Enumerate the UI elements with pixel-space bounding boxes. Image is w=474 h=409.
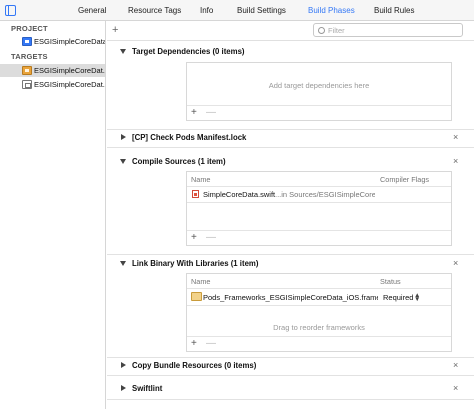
divider [187,186,451,187]
phase-copy-bundle-resources[interactable]: Copy Bundle Resources (0 items) × [107,358,474,372]
tab-build-phases[interactable]: Build Phases [308,6,355,15]
filter-icon [318,27,325,34]
disclosure-open-icon[interactable] [120,159,126,164]
divider [187,230,451,231]
delete-phase-button[interactable]: × [453,360,458,370]
phase-title: Link Binary With Libraries (1 item) [132,259,259,268]
xcode-project-icon [22,37,32,46]
divider [187,202,451,203]
column-header-status[interactable]: Status [380,277,401,286]
delete-phase-button[interactable]: × [453,383,458,393]
sidebar: PROJECT ESGISimpleCoreData TARGETS ESGIS… [0,21,106,409]
divider [107,254,474,255]
delete-phase-button[interactable]: × [453,156,458,166]
test-target-icon [22,80,32,89]
source-file-name: SimpleCoreData.swift [203,190,276,199]
sidebar-item-project[interactable]: ESGISimpleCoreData [0,35,105,48]
column-header-name[interactable]: Name [191,277,210,286]
sidebar-item-label: ESGISimpleCoreDat... [34,80,105,89]
column-header-compiler-flags[interactable]: Compiler Flags [380,175,429,184]
phase-title: Compile Sources (1 item) [132,157,226,166]
build-phases-editor: + Target Dependencies (0 items) Add targ… [107,21,474,409]
table-row[interactable]: Pods_Frameworks_ESGISimpleCoreData_iOS.f… [187,291,451,303]
disclosure-open-icon[interactable] [120,49,126,54]
column-header-name[interactable]: Name [191,175,210,184]
disclosure-closed-icon[interactable] [121,362,126,368]
framework-icon [191,292,202,301]
swift-file-icon [192,190,199,198]
tab-bar: General Resource Tags Info Build Setting… [0,0,474,21]
phase-compile-sources[interactable]: Compile Sources (1 item) × [107,154,474,168]
tab-resource-tags[interactable]: Resource Tags [128,6,181,15]
disclosure-closed-icon[interactable] [121,134,126,140]
phase-title: Swiftlint [132,384,163,393]
divider [187,305,451,306]
phase-target-dependencies[interactable]: Target Dependencies (0 items) [107,44,474,58]
sidebar-item-label: ESGISimpleCoreDat... [34,66,105,75]
divider [107,375,474,376]
add-dependency-button[interactable]: + [191,107,197,118]
phase-title: Target Dependencies (0 items) [132,47,245,56]
phase-title: Copy Bundle Resources (0 items) [132,361,257,370]
sidebar-item-label: ESGISimpleCoreData [34,37,105,46]
disclosure-open-icon[interactable] [120,261,126,266]
source-file-path: ...in Sources/ESGISimpleCore... [275,190,375,199]
delete-phase-button[interactable]: × [453,258,458,268]
delete-phase-button[interactable]: × [453,132,458,142]
tab-general[interactable]: General [78,6,106,15]
divider [107,399,474,400]
divider [107,40,474,41]
compile-sources-box: Name Compiler Flags SimpleCoreData.swift… [186,171,452,246]
framework-name: Pods_Frameworks_ESGISimpleCoreData_iOS.f… [203,293,378,302]
remove-framework-button[interactable]: — [206,338,216,349]
tab-info[interactable]: Info [200,6,213,15]
app-target-icon [22,66,32,75]
phase-link-binary[interactable]: Link Binary With Libraries (1 item) × [107,256,474,270]
remove-dependency-button[interactable]: — [206,107,216,118]
table-row[interactable]: SimpleCoreData.swift ...in Sources/ESGIS… [187,188,451,200]
targets-section-header: TARGETS [11,52,48,61]
chevron-updown-icon[interactable]: ▲ ▼ [414,292,420,303]
divider [187,288,451,289]
phase-swiftlint[interactable]: Swiftlint × [107,381,474,395]
filter-input[interactable] [328,25,458,35]
remove-source-button[interactable]: — [206,232,216,243]
project-section-header: PROJECT [11,24,48,33]
tab-build-settings[interactable]: Build Settings [237,6,286,15]
sidebar-item-target-app[interactable]: ESGISimpleCoreDat... [0,64,105,77]
add-source-button[interactable]: + [191,232,197,243]
add-framework-button[interactable]: + [191,338,197,349]
status-select[interactable]: Required [383,293,413,302]
drag-hint: Drag to reorder frameworks [273,323,365,332]
add-phase-button[interactable]: + [112,24,118,36]
sidebar-item-target-tests[interactable]: ESGISimpleCoreDat... [0,78,105,91]
disclosure-closed-icon[interactable] [121,385,126,391]
phase-check-pods[interactable]: [CP] Check Pods Manifest.lock × [107,130,474,144]
target-dependencies-box: Add target dependencies here + — [186,62,452,121]
empty-message: Add target dependencies here [268,81,370,90]
divider [107,147,474,148]
divider [187,105,451,106]
phase-title: [CP] Check Pods Manifest.lock [132,133,247,142]
filter-field [313,23,463,37]
link-binary-box: Name Status Pods_Frameworks_ESGISimpleCo… [186,273,452,352]
sidebar-toggle-icon[interactable] [5,5,16,16]
divider [187,336,451,337]
tab-build-rules[interactable]: Build Rules [374,6,414,15]
